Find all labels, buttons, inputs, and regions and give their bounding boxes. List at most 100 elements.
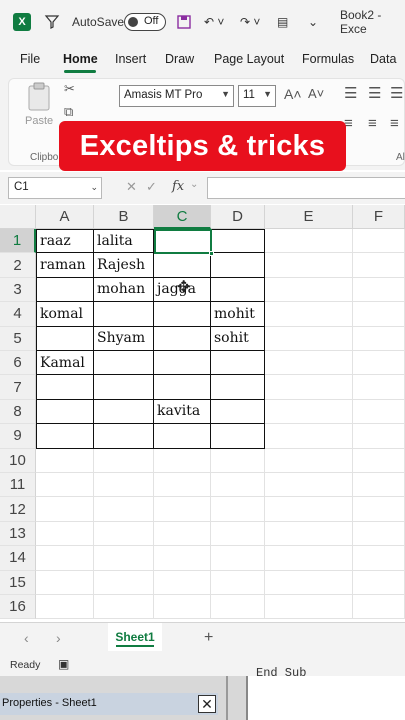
align-bottom-icon[interactable]: ☰ [390,84,403,102]
cell-c4[interactable] [154,302,211,327]
copy-icon[interactable]: ⧉ [64,104,73,120]
enter-icon[interactable]: ✓ [146,179,157,195]
tab-formulas[interactable]: Formulas [302,52,354,66]
cell-c16[interactable] [154,595,211,620]
cell-a1[interactable]: raaz [36,229,94,254]
column-header-f[interactable]: F [353,205,405,229]
cell-b14[interactable] [94,546,154,571]
cell-f14[interactable] [353,546,405,571]
row-header-16[interactable]: 16 [0,595,36,620]
cell-d4[interactable]: mohit [211,302,265,327]
cell-a3[interactable] [36,277,94,303]
row-header-3[interactable]: 3 [0,277,36,303]
cell-f4[interactable] [353,302,405,327]
cell-a15[interactable] [36,570,94,595]
cell-b13[interactable] [94,521,154,547]
cell-b11[interactable] [94,473,154,498]
customize-icon[interactable]: ▤ [277,11,288,33]
row-header-7[interactable]: 7 [0,375,36,400]
cell-f7[interactable] [353,375,405,400]
align-top-icon[interactable]: ☰ [344,84,357,102]
cell-b12[interactable] [94,497,154,522]
formula-input[interactable] [207,177,405,199]
cell-b7[interactable] [94,375,154,400]
cut-icon[interactable]: ✂ [64,81,75,97]
fill-handle[interactable] [209,251,214,256]
cell-c12[interactable] [154,497,211,522]
cell-e1[interactable] [265,229,353,254]
cell-a6[interactable]: Kamal [36,351,94,376]
cell-a2[interactable]: raman [36,253,94,278]
row-header-1[interactable]: 1 [0,229,36,254]
column-header-c[interactable]: C [154,205,211,229]
cell-d10[interactable] [211,448,265,473]
cell-d9[interactable] [211,424,265,449]
select-all-corner[interactable] [0,205,36,229]
cell-c13[interactable] [154,521,211,547]
align-middle-icon[interactable]: ☰ [368,84,381,102]
filter-icon[interactable] [44,11,60,33]
cell-e12[interactable] [265,497,353,522]
cell-e9[interactable] [265,424,353,449]
cell-d11[interactable] [211,473,265,498]
row-header-15[interactable]: 15 [0,570,36,595]
cell-b5[interactable]: Shyam [94,326,154,351]
cell-b8[interactable] [94,399,154,425]
next-sheet-icon[interactable]: › [56,630,61,646]
insert-function-icon[interactable]: fx [172,179,184,194]
code-pane[interactable] [246,676,405,720]
row-header-6[interactable]: 6 [0,351,36,376]
row-header-2[interactable]: 2 [0,253,36,278]
save-icon[interactable] [176,11,192,33]
add-sheet-button[interactable]: + [204,629,213,647]
cell-f1[interactable] [353,229,405,254]
cell-b15[interactable] [94,570,154,595]
cell-a5[interactable] [36,326,94,351]
cell-c8[interactable]: kavita [154,399,211,425]
row-header-4[interactable]: 4 [0,302,36,327]
redo-icon[interactable]: ↷ ˅ [240,11,260,33]
cell-f3[interactable] [353,277,405,303]
cell-d13[interactable] [211,521,265,547]
cell-c7[interactable] [154,375,211,400]
cell-c5[interactable] [154,326,211,351]
sheet-tab-sheet1[interactable]: Sheet1 [108,623,162,651]
undo-icon[interactable]: ↶ ˅ [204,11,224,33]
cell-e3[interactable] [265,277,353,303]
cell-d14[interactable] [211,546,265,571]
tab-home[interactable]: Home [63,52,98,66]
cell-b1[interactable]: lalita [94,229,154,254]
tab-page-layout[interactable]: Page Layout [214,52,284,66]
cell-e5[interactable] [265,326,353,351]
row-header-9[interactable]: 9 [0,424,36,449]
font-size-select[interactable]: 11 ▼ [238,85,276,107]
spreadsheet-grid[interactable]: A B C D E F 1 raaz lalita 2 raman Rajesh 3 moha… [0,205,405,622]
cell-d5[interactable]: sohit [211,326,265,351]
cell-b10[interactable] [94,448,154,473]
cell-f6[interactable] [353,351,405,376]
cell-e16[interactable] [265,595,353,620]
tab-draw[interactable]: Draw [165,52,194,66]
column-header-e[interactable]: E [265,205,353,229]
cell-f8[interactable] [353,399,405,425]
cell-b2[interactable]: Rajesh [94,253,154,278]
cell-d3[interactable] [211,277,265,303]
cell-f13[interactable] [353,521,405,547]
cell-b9[interactable] [94,424,154,449]
row-header-13[interactable]: 13 [0,521,36,547]
cell-a14[interactable] [36,546,94,571]
cell-c2[interactable] [154,253,211,278]
cell-e14[interactable] [265,546,353,571]
cell-a10[interactable] [36,448,94,473]
cell-e2[interactable] [265,253,353,278]
cell-d7[interactable] [211,375,265,400]
cell-d16[interactable] [211,595,265,620]
accessibility-icon[interactable]: ▣ [58,657,69,671]
paste-icon[interactable] [26,82,54,115]
cell-a12[interactable] [36,497,94,522]
cell-c10[interactable] [154,448,211,473]
row-header-12[interactable]: 12 [0,497,36,522]
align-center-icon[interactable]: ≡ [368,115,377,132]
cell-b6[interactable] [94,351,154,376]
cell-a4[interactable]: komal [36,302,94,327]
